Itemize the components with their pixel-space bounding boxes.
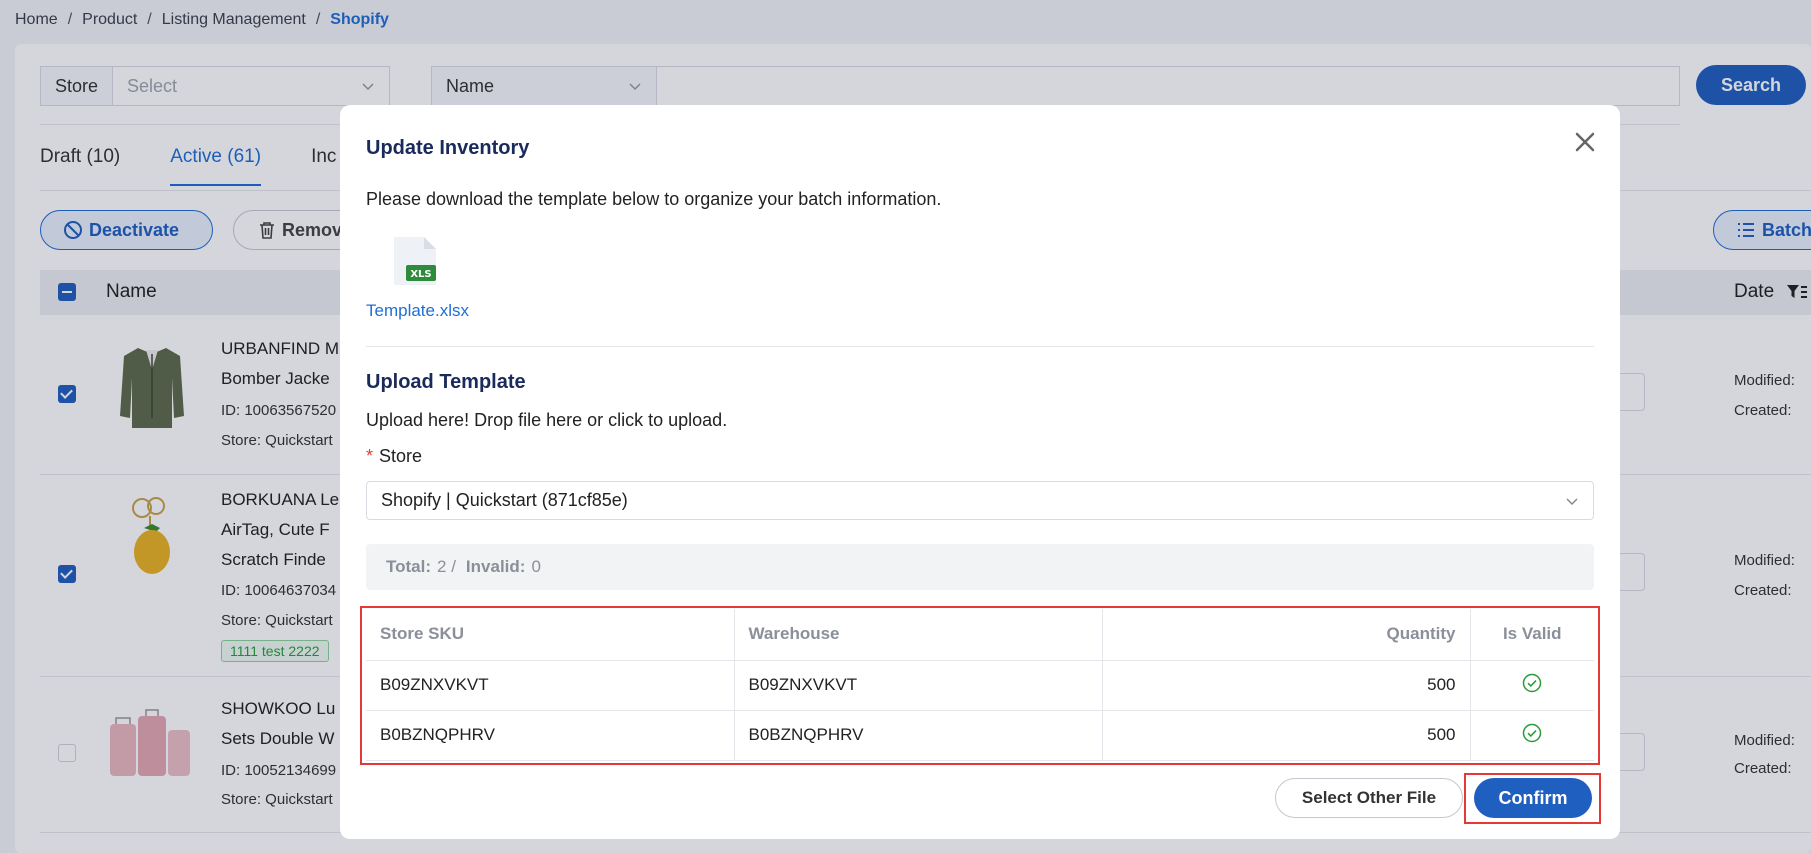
table-highlight-box (360, 606, 1600, 765)
upload-description[interactable]: Upload here! Drop file here or click to … (366, 410, 727, 431)
totals-bar: Total: 2 / Invalid: 0 (366, 544, 1594, 590)
modal-description: Please download the template below to or… (366, 189, 942, 209)
upload-title: Upload Template (366, 371, 526, 393)
chevron-down-icon (1566, 497, 1578, 505)
file-badge: XLS (410, 269, 431, 280)
modal-title: Update Inventory (366, 137, 530, 159)
confirm-highlight-box (1464, 773, 1601, 824)
store-field-label: * Store (366, 446, 422, 467)
invalid-value: 0 (531, 557, 541, 576)
total-value: 2 / (437, 557, 456, 576)
store-select-value: Shopify | Quickstart (871cf85e) (381, 490, 628, 510)
invalid-label: Invalid: (465, 557, 526, 576)
xls-file-icon[interactable]: XLS (392, 235, 438, 287)
close-icon[interactable] (1570, 127, 1600, 157)
update-inventory-modal: Update Inventory Please download the tem… (340, 105, 1620, 839)
store-select[interactable]: Shopify | Quickstart (871cf85e) (366, 481, 1594, 520)
select-other-file-button[interactable]: Select Other File (1275, 778, 1463, 818)
store-field-label-text: Store (379, 446, 423, 466)
required-asterisk: * (366, 446, 374, 466)
divider (366, 346, 1594, 347)
total-label: Total: (386, 557, 432, 576)
template-download-link[interactable]: Template.xlsx (366, 301, 469, 321)
